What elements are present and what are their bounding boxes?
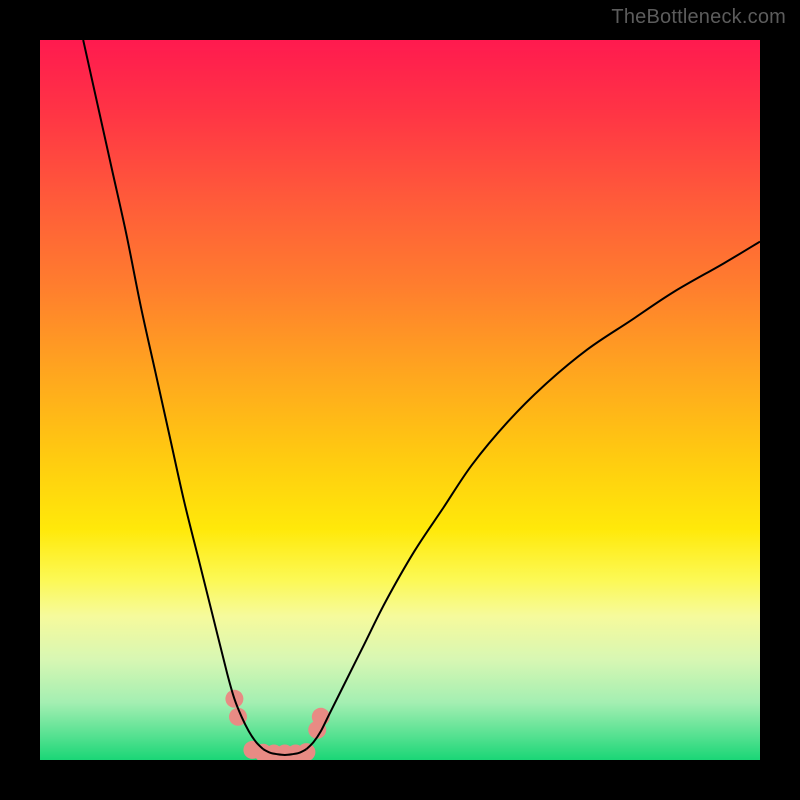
chart-frame: TheBottleneck.com (0, 0, 800, 800)
watermark-text: TheBottleneck.com (611, 6, 786, 29)
salmon-dots-group (225, 690, 329, 760)
right-branch-curve (306, 242, 760, 750)
left-branch-curve (83, 40, 263, 749)
curve-layer (40, 40, 760, 760)
plot-area (40, 40, 760, 760)
